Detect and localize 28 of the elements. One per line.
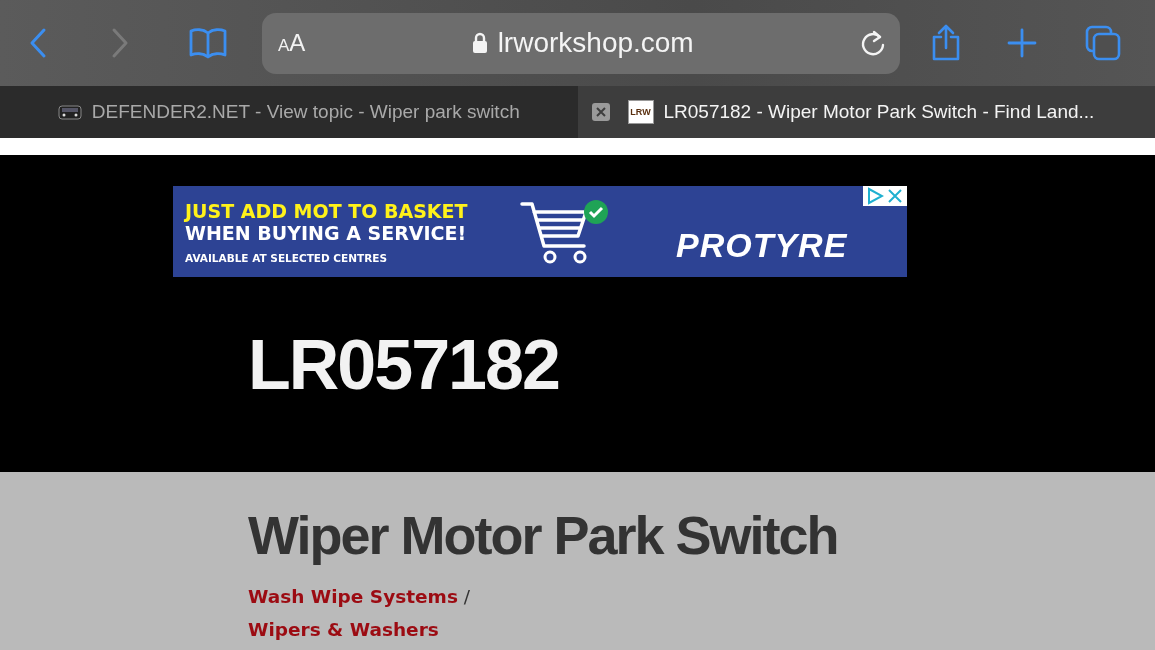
tabs-overview-icon[interactable] <box>1085 25 1121 61</box>
breadcrumb-link[interactable]: Wash Wipe Systems <box>248 586 458 607</box>
tab-title: LR057182 - Wiper Motor Park Switch - Find Land... <box>663 101 1095 123</box>
lock-icon <box>471 32 488 54</box>
bookmarks-book-icon[interactable] <box>188 27 228 59</box>
advert-headline: JUST ADD MOT TO BASKET <box>185 199 469 222</box>
reload-icon[interactable] <box>860 29 886 57</box>
breadcrumb-link[interactable]: Wipers & Washers <box>248 619 439 640</box>
advert-banner[interactable]: JUST ADD MOT TO BASKET WHEN BUYING A SERVICE! AVAILABLE AT SELECTED CENTRES PROTYRE <box>173 186 907 277</box>
back-button[interactable] <box>28 27 48 59</box>
address-bar[interactable]: AA lrworkshop.com <box>262 12 900 74</box>
close-icon[interactable] <box>591 103 610 121</box>
advert-note: AVAILABLE AT SELECTED CENTRES <box>185 251 388 264</box>
part-number-heading: LR057182 <box>248 325 560 405</box>
advert-subheadline: WHEN BUYING A SERVICE! <box>185 221 468 244</box>
tab-title: DEFENDER2.NET - View topic - Wiper park switch <box>91 101 520 123</box>
site-favicon: LRW <box>627 100 654 124</box>
close-icon[interactable] <box>886 187 904 205</box>
browser-tab[interactable]: DEFENDER2.NET - View topic - Wiper park switch <box>0 86 578 138</box>
product-title: Wiper Motor Park Switch <box>248 504 839 566</box>
text-size-button[interactable]: AA <box>278 29 306 57</box>
new-tab-plus-icon[interactable] <box>1007 28 1037 58</box>
advert-logo: PROTYRE <box>676 226 848 265</box>
share-icon[interactable] <box>930 24 962 62</box>
browser-tab[interactable]: LRW LR057182 - Wiper Motor Park Switch - Find Land... <box>577 86 1155 138</box>
url-text: lrworkshop.com <box>497 27 694 59</box>
breadcrumb-separator: / <box>462 586 471 607</box>
adchoices-icon[interactable] <box>866 187 884 205</box>
